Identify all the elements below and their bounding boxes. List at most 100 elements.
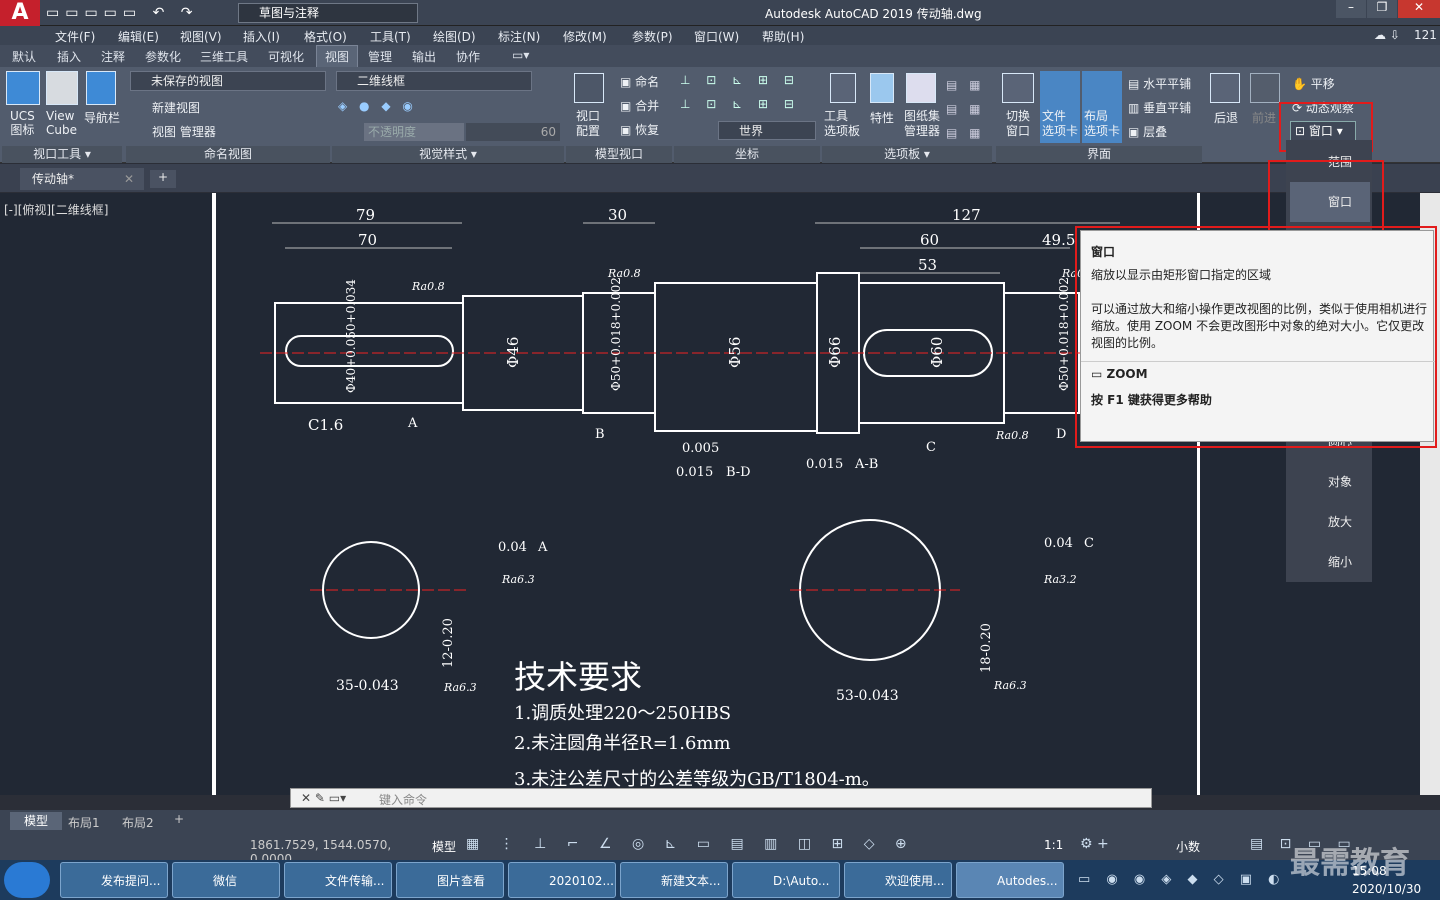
menu-help[interactable]: 帮助(H) [762, 28, 804, 45]
drafting-toggles[interactable]: ▦ ⋮ ⊥ ⌐ ∠ ◎ ⊾ ▭ ▤ ▥ ◫ ⊞ ◇ ⊕ [466, 836, 915, 852]
layout-tabs-button[interactable]: 布局 选项卡 [1082, 71, 1122, 143]
taskbar-item-notepad[interactable]: 新建文本... [620, 862, 728, 898]
tab-insert[interactable]: 插入 [57, 48, 81, 65]
sheet-set-icon[interactable] [906, 73, 936, 103]
tab-layout1[interactable]: 布局1 [68, 814, 100, 831]
viewport-name-button[interactable]: ▣ 命名 [620, 73, 659, 90]
tab-annotate[interactable]: 注释 [101, 48, 125, 65]
window-controls[interactable]: – ❐ ✕ [1336, 0, 1440, 20]
new-tab-icon[interactable]: + [150, 170, 176, 188]
watermark-logo: 最需教育 [1290, 846, 1410, 881]
ucs-icon[interactable] [6, 71, 40, 105]
ucs-world-select[interactable]: 世界 [718, 121, 816, 140]
menu-edit[interactable]: 编辑(E) [118, 28, 159, 45]
properties-label: 特性 [870, 111, 895, 125]
taskbar-item-autocad[interactable]: Autodes... [956, 862, 1064, 898]
menu-modify[interactable]: 修改(M) [563, 28, 607, 45]
back-label: 后退 [1214, 111, 1239, 125]
taskbar-item-ie[interactable]: 发布提问... [60, 862, 168, 898]
viewport-config-icon[interactable] [574, 73, 604, 103]
taskbar-item-word[interactable]: 2020102... [508, 862, 616, 898]
visual-style-select[interactable]: 二维线框 [336, 71, 532, 91]
datum-b: B [595, 427, 605, 442]
tab-output[interactable]: 输出 [412, 48, 436, 65]
ucs-tools-row1[interactable]: ⊥ ⊡ ⊾ ⊞ ⊟ [680, 73, 800, 87]
close-icon[interactable]: ✕ [1398, 0, 1440, 18]
annotation-scale[interactable]: 1:1 [1044, 838, 1063, 852]
tab-manage[interactable]: 管理 [368, 48, 392, 65]
zoom-object-item[interactable]: 对象 [1290, 462, 1370, 502]
model-space-toggle[interactable]: 模型 [432, 838, 456, 855]
tab-visualize[interactable]: 可视化 [268, 48, 304, 65]
cmd-tools-icon[interactable]: ✕ ✎ ▭▾ [301, 791, 346, 805]
opacity-slider[interactable]: 不透明度 [364, 123, 464, 141]
units-select[interactable]: 小数 [1176, 838, 1200, 855]
pan-button[interactable]: ✋ 平移 [1292, 75, 1335, 92]
menu-format[interactable]: 格式(O) [304, 28, 347, 45]
opacity-value[interactable]: 60 [466, 123, 560, 141]
gear-icon[interactable]: ⚙ + [1080, 836, 1109, 852]
ucs-tools-row2[interactable]: ⊥ ⊡ ⊾ ⊞ ⊟ [680, 97, 800, 111]
system-tray-icons[interactable]: ▭ ◉ ◉ ◈ ◆ ◇ ▣ ◐ [1078, 872, 1286, 887]
menu-window[interactable]: 窗口(W) [694, 28, 739, 45]
taskbar-item-wechat[interactable]: 微信 [172, 862, 280, 898]
tab-3d-tools[interactable]: 三维工具 [200, 48, 248, 65]
add-layout-icon[interactable]: + [174, 812, 184, 826]
viewcube-icon[interactable] [46, 71, 78, 105]
properties-icon[interactable] [870, 73, 894, 103]
menu-file[interactable]: 文件(F) [55, 28, 95, 45]
viewport-restore-button[interactable]: ▣ 恢复 [620, 121, 659, 138]
note-1: 1.调质处理220～250HBS [514, 703, 731, 724]
tab-default[interactable]: 默认 [12, 48, 36, 65]
visual-style-icons[interactable]: ◈ ● ◆ ◉ [338, 99, 417, 113]
navbar-icon[interactable] [86, 71, 116, 105]
panel-visual-styles[interactable]: 视觉样式 ▾ [332, 146, 564, 163]
command-line[interactable]: ✕ ✎ ▭▾ 键入命令 [290, 788, 1152, 808]
tile-vertical-button[interactable]: ▥ 垂直平铺 [1128, 99, 1191, 116]
taskbar-item-welcome[interactable]: 欢迎使用... [844, 862, 952, 898]
panel-palettes[interactable]: 选项板 ▾ [822, 146, 992, 163]
maximize-icon[interactable]: ❐ [1367, 0, 1397, 18]
minimize-icon[interactable]: – [1336, 0, 1366, 18]
tab-model[interactable]: 模型 [10, 812, 62, 830]
quick-access-toolbar[interactable]: ▭▭▭▭▭ ↶ ↷ [46, 5, 199, 21]
autocad-logo-icon[interactable]: A [0, 0, 40, 26]
palette-small-icons[interactable]: ▤ ▦ ▤ ▦ ▤ ▦ [946, 73, 985, 145]
menu-view[interactable]: 视图(V) [180, 28, 222, 45]
back-icon[interactable] [1210, 73, 1240, 103]
menu-dimension[interactable]: 标注(N) [498, 28, 540, 45]
taskbar-item-folder[interactable]: D:\Auto... [732, 862, 840, 898]
menu-draw[interactable]: 绘图(D) [433, 28, 476, 45]
workspace-select[interactable]: 草图与注释 [238, 3, 418, 23]
zoom-in-item[interactable]: 放大 [1290, 502, 1370, 542]
new-view-button[interactable]: 新建视图 [152, 99, 200, 116]
cloud-status[interactable]: ☁ ⇩ 121 [1374, 26, 1438, 45]
tab-extra-icon[interactable]: ▭▾ [512, 48, 529, 62]
named-view-select[interactable]: 未保存的视图 [130, 71, 326, 91]
tool-palettes-icon[interactable] [830, 73, 856, 103]
view-manager-button[interactable]: 视图 管理器 [152, 123, 216, 140]
panel-viewport-tools[interactable]: 视口工具 ▾ [2, 146, 122, 163]
diameter-60: Φ60 [928, 337, 946, 368]
tab-parametric[interactable]: 参数化 [145, 48, 181, 65]
clock-date[interactable]: 2020/10/30 [1352, 882, 1421, 896]
taskbar-item-imageviewer[interactable]: 图片查看 [396, 862, 504, 898]
tab-layout2[interactable]: 布局2 [122, 814, 154, 831]
tol-frame-4-value: 0.04 [498, 540, 527, 555]
menu-parametric[interactable]: 参数(P) [632, 28, 673, 45]
menu-insert[interactable]: 插入(I) [243, 28, 280, 45]
tab-view[interactable]: 视图 [316, 45, 359, 69]
taskbar-item-filetransfer[interactable]: 文件传输... [284, 862, 392, 898]
tab-collaborate[interactable]: 协作 [456, 48, 480, 65]
start-button-icon[interactable] [4, 862, 50, 898]
file-tabs-button[interactable]: 文件 选项卡 [1040, 71, 1080, 143]
doc-tab-active[interactable]: 传动轴* ✕ [20, 168, 144, 190]
menu-tools[interactable]: 工具(T) [370, 28, 411, 45]
forward-icon[interactable] [1250, 73, 1280, 103]
tile-horizontal-button[interactable]: ▤ 水平平铺 [1128, 75, 1191, 92]
zoom-out-item[interactable]: 缩小 [1290, 542, 1370, 582]
viewport-merge-button[interactable]: ▣ 合并 [620, 97, 659, 114]
command-input[interactable]: 键入命令 [379, 791, 427, 808]
switch-window-icon[interactable] [1002, 73, 1034, 103]
cascade-button[interactable]: ▣ 层叠 [1128, 123, 1167, 140]
